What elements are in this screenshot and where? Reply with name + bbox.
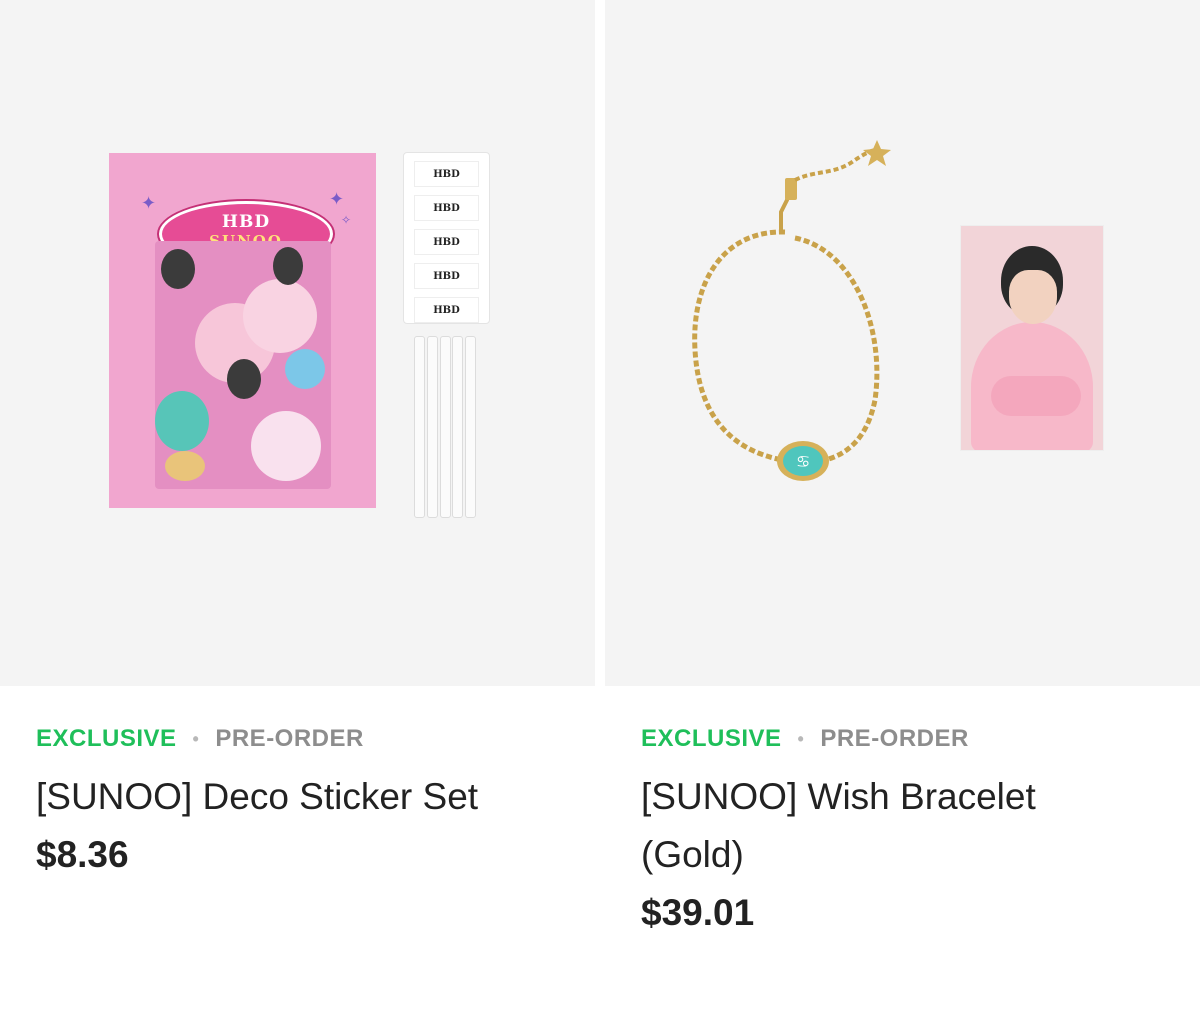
card-divider — [595, 0, 605, 1027]
product-card-deco-sticker-set[interactable]: HBD SUNOO ✦ ✦ ✧ H — [0, 0, 595, 1027]
star-charm — [863, 140, 891, 166]
sticker-row: HBD — [414, 297, 479, 323]
product-price: $8.36 — [36, 834, 129, 875]
product-tags: EXCLUSIVE • PRE-ORDER — [641, 722, 1181, 756]
product-image[interactable]: ♋ — [605, 0, 1200, 686]
exclusive-tag: EXCLUSIVE — [641, 725, 782, 752]
tag-separator: • — [192, 728, 200, 749]
exclusive-tag: EXCLUSIVE — [36, 725, 177, 752]
product-title[interactable]: [SUNOO] Deco Sticker Set — [36, 768, 576, 826]
product-price: $39.01 — [641, 892, 755, 933]
product-card-wish-bracelet[interactable]: ♋ EXCLUSIVE • PRE-ORDER [SUNOO] Wish Bra… — [605, 0, 1200, 1027]
sticker-row: HBD — [414, 229, 479, 255]
product-meta: EXCLUSIVE • PRE-ORDER [SUNOO] Wish Brace… — [641, 722, 1181, 934]
product-title[interactable]: [SUNOO] Wish Bracelet (Gold) — [641, 768, 1111, 884]
product-meta: EXCLUSIVE • PRE-ORDER [SUNOO] Deco Stick… — [36, 722, 576, 876]
bracelet-chain-right — [794, 235, 880, 465]
product-grid: HBD SUNOO ✦ ✦ ✧ H — [0, 0, 1200, 1027]
bracelet-chain-left — [692, 229, 796, 465]
sticker-book-cover: HBD SUNOO ✦ ✦ ✧ — [109, 153, 376, 508]
sparkle-icon: ✦ — [141, 193, 157, 213]
photo-card — [960, 225, 1104, 451]
sticker-sticks — [414, 336, 476, 518]
sticker-window — [155, 241, 331, 489]
preorder-tag: PRE-ORDER — [820, 725, 969, 752]
bracelet-extender — [794, 148, 878, 182]
sticker-row: HBD — [414, 263, 479, 289]
product-tags: EXCLUSIVE • PRE-ORDER — [36, 722, 576, 756]
sticker-row: HBD — [414, 195, 479, 221]
sticker-sheet: HBD HBD HBD HBD HBD — [403, 152, 490, 324]
bracelet-illustration: ♋ — [692, 140, 891, 481]
product-image[interactable]: HBD SUNOO ✦ ✦ ✧ H — [0, 0, 595, 686]
preorder-tag: PRE-ORDER — [215, 725, 364, 752]
sparkle-icon: ✧ — [341, 213, 352, 227]
bracelet-tag — [785, 178, 797, 200]
tag-separator: • — [797, 728, 805, 749]
badge-line1: HBD — [221, 212, 271, 232]
sticker-row: HBD — [414, 161, 479, 187]
svg-text:♋: ♋ — [796, 452, 810, 471]
sparkle-icon: ✦ — [329, 189, 345, 209]
